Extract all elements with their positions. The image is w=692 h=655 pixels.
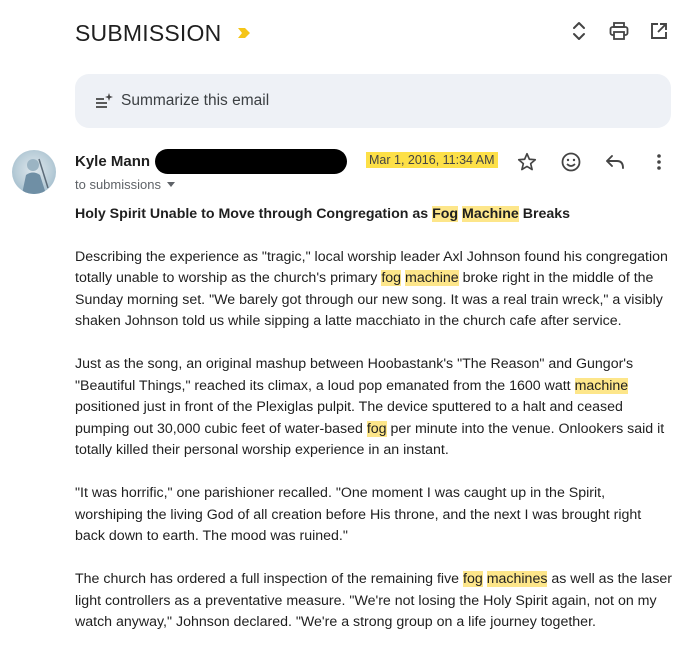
search-highlight: machine — [574, 377, 629, 394]
emoji-reaction-icon[interactable] — [560, 151, 582, 173]
summarize-label: Summarize this email — [121, 92, 270, 109]
search-highlight: machine — [405, 270, 459, 286]
search-highlight: fog — [366, 420, 387, 437]
email-date: Mar 1, 2016, 11:34 AM — [366, 152, 498, 168]
search-highlight: machines — [486, 571, 548, 587]
star-icon[interactable] — [516, 151, 538, 173]
recipient-label: to submissions — [75, 177, 161, 192]
article-paragraph: Just as the song, an original mashup bet… — [75, 356, 665, 458]
more-vert-icon[interactable] — [648, 151, 670, 173]
toolbar — [568, 20, 670, 42]
email-subject: SUBMISSION — [75, 19, 222, 46]
search-highlight: fog — [381, 270, 402, 286]
article-paragraph: The church has ordered a full inspection… — [75, 571, 673, 630]
article-paragraph: Describing the experience as "tragic," l… — [75, 248, 668, 330]
summarize-sparkle-icon — [94, 91, 114, 111]
message-actions — [516, 151, 670, 173]
print-icon[interactable] — [608, 20, 630, 42]
importance-marker-icon[interactable] — [237, 26, 251, 40]
search-highlight: Machine — [462, 206, 519, 222]
recipient-details-toggle[interactable]: to submissions — [75, 177, 175, 192]
search-highlight: fog — [463, 571, 483, 587]
email-body: Holy Spirit Unable to Move through Congr… — [75, 204, 675, 655]
redacted-email-address — [155, 149, 347, 174]
sender-name[interactable]: Kyle Mann — [75, 153, 150, 170]
article-headline: Holy Spirit Unable to Move through Congr… — [75, 206, 571, 222]
expand-collapse-icon[interactable] — [568, 20, 590, 42]
summarize-email-button[interactable]: Summarize this email — [75, 74, 671, 128]
reply-icon[interactable] — [604, 151, 626, 173]
chevron-down-icon — [166, 182, 175, 187]
article-paragraph: "It was horrific," one parishioner recal… — [75, 485, 642, 544]
search-highlight: Fog — [432, 206, 459, 222]
subject-bar: SUBMISSION — [75, 16, 251, 50]
open-in-new-window-icon[interactable] — [648, 20, 670, 42]
avatar[interactable] — [12, 150, 56, 194]
